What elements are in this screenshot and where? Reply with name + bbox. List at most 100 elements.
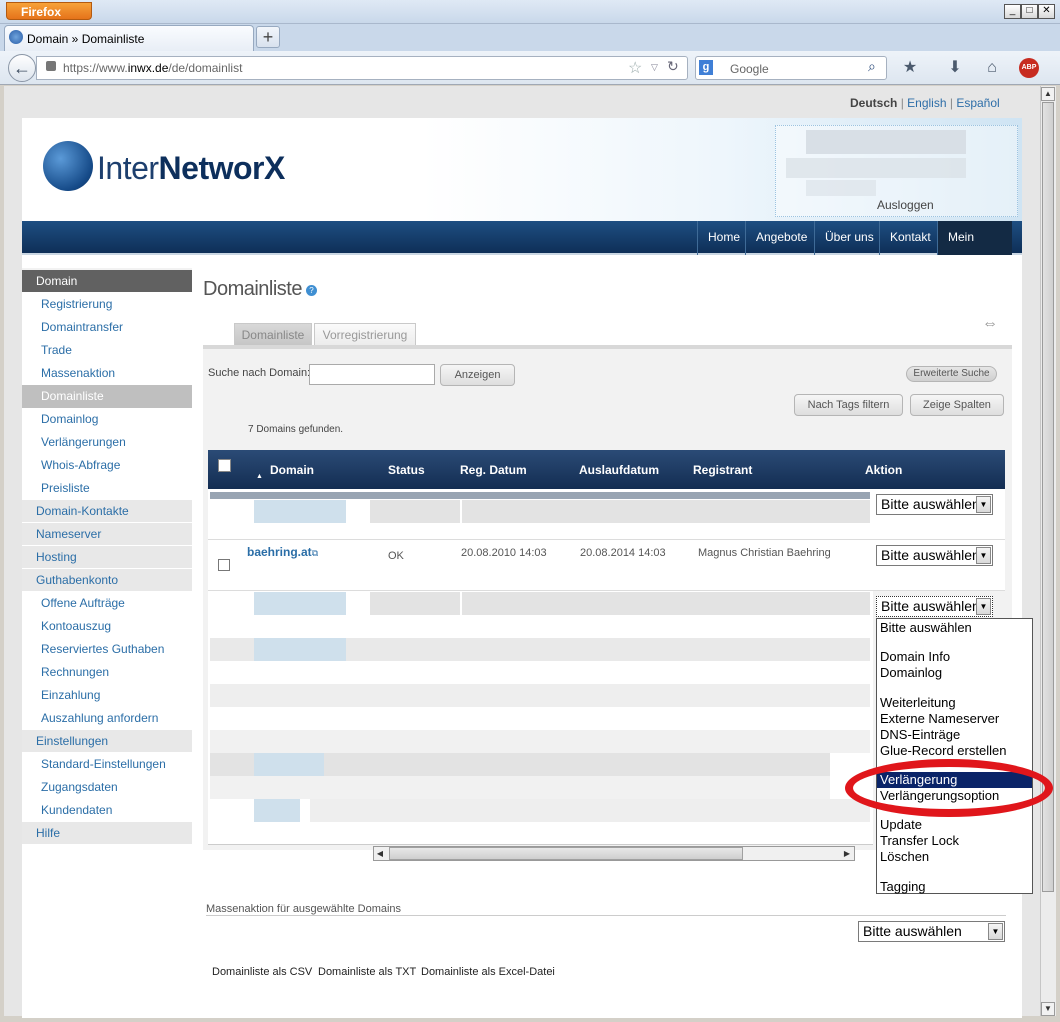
logout-link[interactable]: Ausloggen — [877, 198, 934, 212]
select-all-checkbox[interactable] — [218, 459, 231, 472]
url-bar[interactable]: https://www.inwx.de/de/domainlist — [36, 56, 688, 80]
tab-vorregistrierung[interactable]: Vorregistrierung — [314, 323, 416, 345]
reload-icon[interactable]: ↻ — [667, 58, 679, 75]
lang-espanol[interactable]: Español — [956, 96, 999, 110]
dropdown-option[interactable]: Update — [877, 817, 1032, 833]
col-status[interactable]: Status — [388, 463, 425, 477]
dropdown-option[interactable]: Bitte auswählen — [877, 620, 1032, 636]
row-action-select-open[interactable]: Bitte auswählen ▼ — [876, 596, 993, 617]
search-domain-input[interactable] — [309, 364, 435, 385]
nav-angebote[interactable]: Angebote — [745, 221, 817, 255]
row-checkbox[interactable] — [218, 559, 230, 571]
downloads-icon[interactable]: ⬇ — [945, 58, 965, 78]
nav-ueber-uns[interactable]: Über uns — [814, 221, 884, 255]
dropdown-option[interactable]: Domainlog — [877, 665, 1032, 681]
scroll-left-arrow[interactable]: ◀ — [374, 847, 386, 860]
dropdown-option[interactable]: Weiterleitung — [877, 695, 1032, 711]
sidebar-item-reserviertes-guthaben[interactable]: Reserviertes Guthaben — [22, 638, 192, 661]
lang-sep: | — [900, 96, 904, 110]
tab-domainliste[interactable]: Domainliste — [234, 323, 312, 345]
nav-home[interactable]: Home — [697, 221, 750, 255]
horizontal-scroll-thumb[interactable] — [389, 847, 743, 860]
sidebar-item-domainliste[interactable]: Domainliste — [22, 385, 192, 408]
sidebar-item-nameserver[interactable]: Nameserver — [22, 523, 192, 546]
sidebar-item-domain[interactable]: Domain — [22, 270, 192, 293]
sidebar-item-auszahlung-anfordern[interactable]: Auszahlung anfordern — [22, 707, 192, 730]
sidebar-item-guthabenkonto[interactable]: Guthabenkonto — [22, 569, 192, 592]
close-button[interactable]: ✕ — [1038, 4, 1055, 19]
favicon-icon — [9, 30, 23, 44]
browser-tab-active[interactable]: Domain » Domainliste — [4, 25, 254, 51]
maximize-button[interactable]: □ — [1021, 4, 1038, 19]
globe-logo-icon[interactable] — [43, 141, 93, 191]
new-tab-button[interactable]: + — [256, 26, 280, 48]
history-dropdown-icon[interactable]: ▽ — [651, 62, 658, 73]
dropdown-option[interactable]: Löschen — [877, 849, 1032, 865]
sidebar-item-preisliste[interactable]: Preisliste — [22, 477, 192, 500]
sidebar-item-hilfe[interactable]: Hilfe — [22, 822, 192, 845]
domain-name: baehring.at — [247, 545, 312, 559]
row-action-select[interactable]: Bitte auswählen ▼ — [876, 545, 993, 566]
col-auslaufdatum[interactable]: Auslaufdatum — [579, 463, 659, 477]
sidebar-item-rechnungen[interactable]: Rechnungen — [22, 661, 192, 684]
sidebar-item-whois-abfrage[interactable]: Whois-Abfrage — [22, 454, 192, 477]
export-excel-link[interactable]: Domainliste als Excel-Datei — [421, 966, 555, 978]
nav-kontakt[interactable]: Kontakt — [879, 221, 941, 255]
col-registrant[interactable]: Registrant — [693, 463, 752, 477]
advanced-search-button[interactable]: Erweiterte Suche — [906, 366, 997, 382]
back-button[interactable]: ← — [8, 54, 36, 82]
sidebar-item-standard-einstellungen[interactable]: Standard-Einstellungen — [22, 753, 192, 776]
dropdown-option[interactable]: Tagging — [877, 879, 1032, 895]
sidebar-item-zugangsdaten[interactable]: Zugangsdaten — [22, 776, 192, 799]
nav-mein-konto[interactable]: Mein Konto — [937, 221, 1012, 276]
filter-tags-button[interactable]: Nach Tags filtern — [794, 394, 903, 416]
dropdown-option[interactable]: Glue-Record erstellen — [877, 743, 1032, 759]
scroll-up-arrow[interactable]: ▲ — [1041, 87, 1055, 101]
sidebar-item-kontoauszug[interactable]: Kontoauszug — [22, 615, 192, 638]
show-button[interactable]: Anzeigen — [440, 364, 515, 386]
lang-deutsch[interactable]: Deutsch — [850, 96, 897, 110]
scroll-down-arrow[interactable]: ▼ — [1041, 1002, 1055, 1016]
dropdown-option[interactable]: Externe Nameserver — [877, 711, 1032, 727]
search-bar[interactable]: Google — [695, 56, 887, 80]
help-icon[interactable]: ? — [306, 285, 317, 296]
sidebar-item-domaintransfer[interactable]: Domaintransfer — [22, 316, 192, 339]
sidebar-item-registrierung[interactable]: Registrierung — [22, 293, 192, 316]
google-engine-icon[interactable]: g — [699, 60, 713, 75]
scroll-right-arrow[interactable]: ▶ — [841, 847, 853, 860]
site-logo[interactable]: InterNetworX — [97, 150, 285, 187]
sidebar-item-hosting[interactable]: Hosting — [22, 546, 192, 569]
sort-asc-icon[interactable]: ▲ — [256, 473, 263, 480]
sidebar-item-domainlog[interactable]: Domainlog — [22, 408, 192, 431]
sidebar-item-einstellungen[interactable]: Einstellungen — [22, 730, 192, 753]
sidebar-item-verlängerungen[interactable]: Verlängerungen — [22, 431, 192, 454]
dropdown-option[interactable]: Domain Info — [877, 649, 1032, 665]
sidebar-item-domain-kontakte[interactable]: Domain-Kontakte — [22, 500, 192, 523]
dropdown-option[interactable]: DNS-Einträge — [877, 727, 1032, 743]
minimize-button[interactable]: _ — [1004, 4, 1021, 19]
redacted-user-info — [786, 158, 966, 178]
adblock-plus-icon[interactable]: ABP — [1019, 58, 1039, 78]
sidebar-item-kundendaten[interactable]: Kundendaten — [22, 799, 192, 822]
sidebar-item-massenaktion[interactable]: Massenaktion — [22, 362, 192, 385]
lang-english[interactable]: English — [907, 96, 946, 110]
search-magnifier-icon[interactable]: ⌕ — [868, 58, 876, 75]
firefox-menu-button[interactable]: Firefox — [6, 2, 92, 20]
sidebar-item-offene-aufträge[interactable]: Offene Aufträge — [22, 592, 192, 615]
expand-width-icon[interactable]: ⇔ — [982, 315, 998, 333]
dropdown-option[interactable]: Transfer Lock — [877, 833, 1032, 849]
bookmarks-menu-icon[interactable]: ★ — [900, 58, 920, 78]
export-csv-link[interactable]: Domainliste als CSV — [212, 966, 312, 978]
row-action-select[interactable]: Bitte auswählen ▼ — [876, 494, 993, 515]
col-reg-datum[interactable]: Reg. Datum — [460, 463, 527, 477]
domain-link[interactable]: baehring.at⧉ — [247, 545, 318, 559]
export-txt-link[interactable]: Domainliste als TXT — [318, 966, 416, 978]
col-domain[interactable]: Domain — [270, 463, 314, 477]
bookmark-star-icon[interactable]: ☆ — [628, 58, 642, 78]
vertical-scroll-thumb[interactable] — [1042, 102, 1054, 892]
home-icon[interactable]: ⌂ — [982, 58, 1002, 78]
show-columns-button[interactable]: Zeige Spalten — [910, 394, 1004, 416]
sidebar-item-trade[interactable]: Trade — [22, 339, 192, 362]
mass-action-select[interactable]: Bitte auswählen ▼ — [858, 921, 1005, 942]
sidebar-item-einzahlung[interactable]: Einzahlung — [22, 684, 192, 707]
